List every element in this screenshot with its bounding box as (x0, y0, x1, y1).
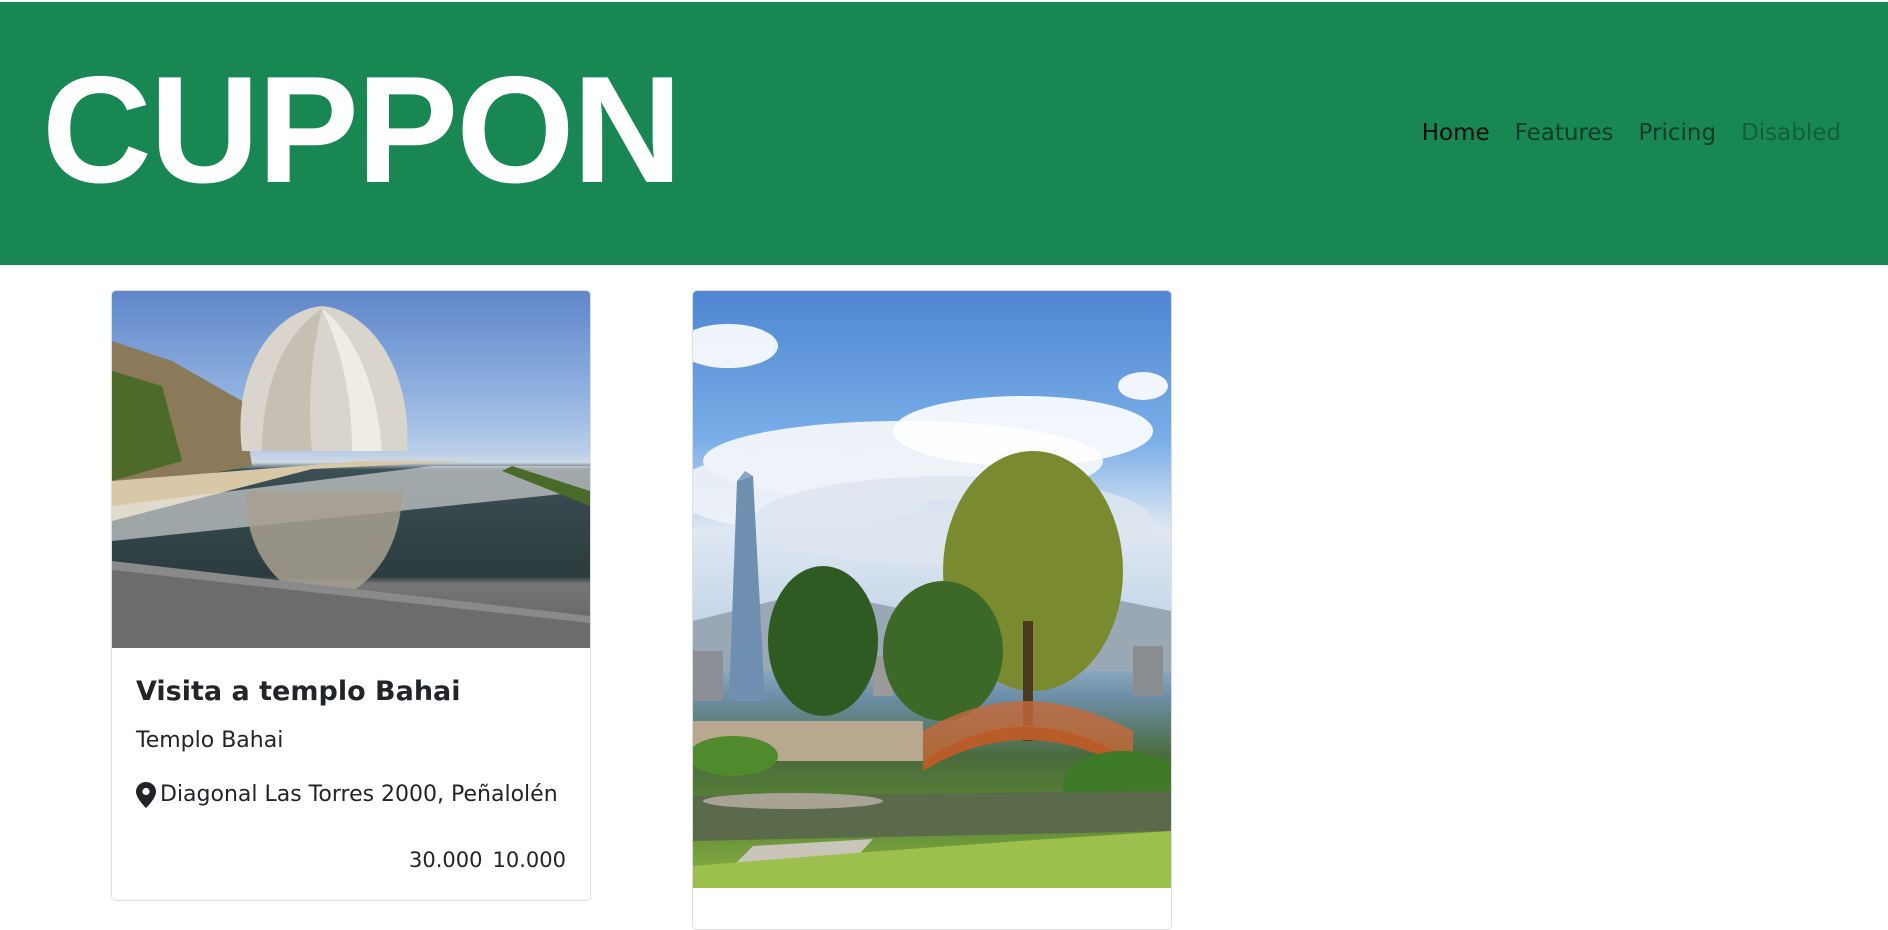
price-discount: 10.000 (492, 848, 566, 872)
nav-disabled: Disabled (1741, 120, 1841, 146)
card-address: Diagonal Las Torres 2000, Peñalolén (160, 782, 558, 807)
card-subtitle: Templo Bahai (136, 728, 284, 753)
map-pin-icon (136, 782, 156, 808)
deal-card[interactable] (692, 290, 1172, 930)
deal-card[interactable]: Visita a templo Bahai Templo Bahai Diago… (111, 290, 591, 901)
card-prices: 30.000 10.000 (409, 848, 566, 872)
brand-logo[interactable]: CUPPON (42, 54, 682, 206)
price-original: 30.000 (409, 848, 483, 872)
nav-home[interactable]: Home (1422, 120, 1490, 146)
japanese-garden-photo (693, 324, 1171, 888)
park-image[interactable] (693, 291, 1171, 888)
temple-image[interactable] (112, 291, 590, 648)
site-header: CUPPON Home Features Pricing Disabled (0, 2, 1888, 265)
card-location: Diagonal Las Torres 2000, Peñalolén (136, 782, 558, 808)
card-title[interactable]: Visita a templo Bahai (136, 676, 461, 707)
nav-features[interactable]: Features (1515, 120, 1614, 146)
nav-pricing[interactable]: Pricing (1639, 120, 1717, 146)
main-nav: Home Features Pricing Disabled (1422, 120, 1841, 146)
temple-photo (112, 306, 590, 648)
